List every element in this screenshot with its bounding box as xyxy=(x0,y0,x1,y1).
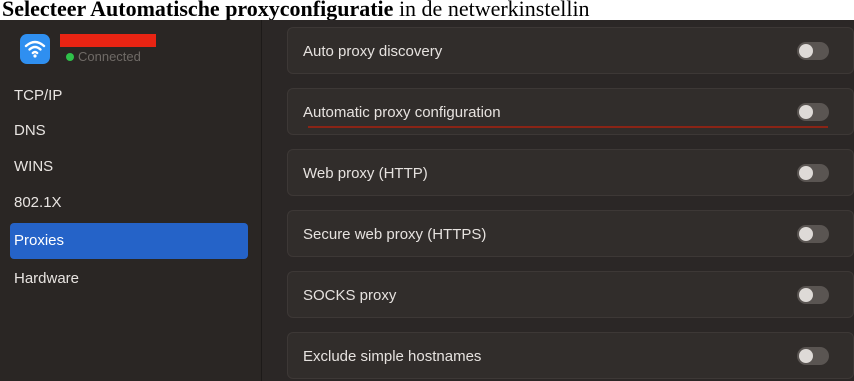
proxies-panel: Auto proxy discovery Automatic proxy con… xyxy=(263,20,854,381)
proxy-row-secure-web-https[interactable]: Secure web proxy (HTTPS) xyxy=(287,210,854,257)
sidebar-item-proxies[interactable]: Proxies xyxy=(10,223,248,259)
wifi-icon xyxy=(20,34,50,64)
proxy-row-web-http[interactable]: Web proxy (HTTP) xyxy=(287,149,854,196)
connection-header: Connected xyxy=(12,26,252,70)
connection-status: Connected xyxy=(78,49,141,64)
sidebar-item-hardware[interactable]: Hardware xyxy=(10,261,248,297)
proxy-row-auto-discovery[interactable]: Auto proxy discovery xyxy=(287,27,854,74)
proxy-row-socks[interactable]: SOCKS proxy xyxy=(287,271,854,318)
toggle-knob xyxy=(799,349,813,363)
sidebar-item-tcpip[interactable]: TCP/IP xyxy=(10,78,248,114)
proxy-row-label: Exclude simple hostnames xyxy=(303,348,482,365)
toggle-knob xyxy=(799,105,813,119)
automatic-proxy-configuration-toggle[interactable] xyxy=(797,103,829,121)
proxy-row-label: Secure web proxy (HTTPS) xyxy=(303,226,487,243)
proxy-row-exclude-simple-hostnames[interactable]: Exclude simple hostnames xyxy=(287,332,854,379)
connected-status-dot xyxy=(66,53,74,61)
redacted-network-name xyxy=(60,34,156,47)
sidebar: Connected TCP/IP DNS WINS 802.1X Proxies… xyxy=(0,20,262,381)
toggle-knob xyxy=(799,44,813,58)
sidebar-item-8021x[interactable]: 802.1X xyxy=(10,185,248,221)
caption-bold-text: Selecteer Automatische proxyconfiguratie xyxy=(2,0,394,20)
network-settings-window: Connected TCP/IP DNS WINS 802.1X Proxies… xyxy=(0,20,854,381)
socks-proxy-toggle[interactable] xyxy=(797,286,829,304)
toggle-knob xyxy=(799,166,813,180)
exclude-simple-hostnames-toggle[interactable] xyxy=(797,347,829,365)
web-proxy-http-toggle[interactable] xyxy=(797,164,829,182)
sidebar-item-wins[interactable]: WINS xyxy=(10,149,248,185)
toggle-knob xyxy=(799,227,813,241)
sidebar-item-dns[interactable]: DNS xyxy=(10,113,248,149)
proxy-row-label: Web proxy (HTTP) xyxy=(303,165,428,182)
proxy-row-label: SOCKS proxy xyxy=(303,287,397,304)
toggle-knob xyxy=(799,288,813,302)
proxy-row-automatic-configuration[interactable]: Automatic proxy configuration xyxy=(287,88,854,135)
caption-rest-text: in de netwerkinstellin xyxy=(393,0,590,20)
secure-web-proxy-https-toggle[interactable] xyxy=(797,225,829,243)
proxy-row-label: Auto proxy discovery xyxy=(303,43,443,60)
proxy-row-label: Automatic proxy configuration xyxy=(303,104,501,121)
auto-proxy-discovery-toggle[interactable] xyxy=(797,42,829,60)
highlight-underline xyxy=(308,126,828,128)
instruction-caption: Selecteer Automatische proxyconfiguratie… xyxy=(0,0,854,20)
